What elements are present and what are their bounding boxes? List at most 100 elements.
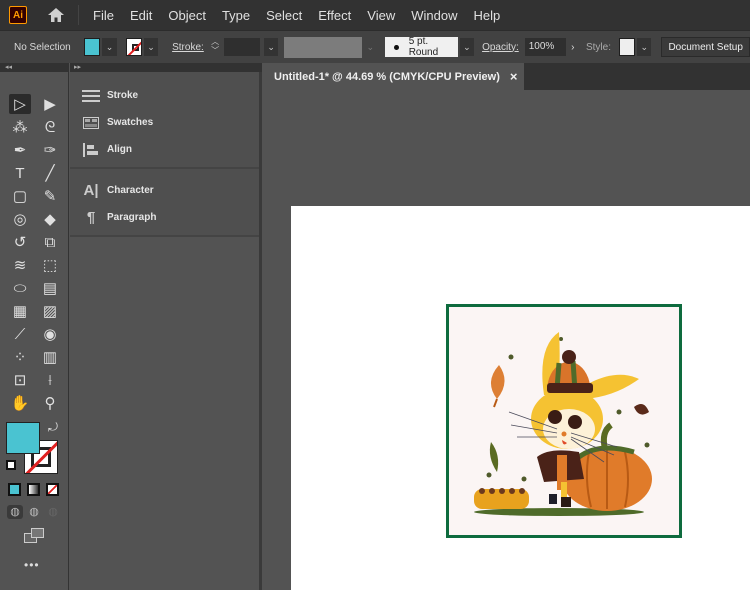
- lasso-tool[interactable]: ᘓ: [39, 117, 61, 137]
- panel-character[interactable]: A| Character: [70, 177, 259, 204]
- opacity-field[interactable]: 100%: [524, 38, 567, 56]
- menu-help[interactable]: Help: [473, 8, 500, 23]
- swap-fill-stroke-icon[interactable]: ⤾: [48, 420, 58, 435]
- shaper-tool[interactable]: ◎: [9, 209, 31, 229]
- warp-icon: ≋: [13, 257, 27, 274]
- zoom-tool[interactable]: ⚲: [39, 393, 61, 413]
- panel-dock: Stroke Swatches Align A| Character ¶ Par…: [70, 72, 262, 590]
- variable-width-profile[interactable]: [284, 36, 363, 58]
- hand-tool[interactable]: ✋: [9, 393, 31, 413]
- panel-paragraph[interactable]: ¶ Paragraph: [70, 204, 259, 231]
- hat-pompom: [562, 350, 576, 364]
- menu-separator: [78, 5, 79, 25]
- eraser-tool[interactable]: ◆: [39, 209, 61, 229]
- close-tab-icon[interactable]: ×: [510, 69, 518, 84]
- color-mode-button[interactable]: [8, 483, 21, 496]
- perspective-grid-tool[interactable]: ▤: [39, 278, 61, 298]
- document-setup-button[interactable]: Document Setup: [661, 37, 750, 57]
- paragraph-icon: ¶: [86, 209, 96, 226]
- none-mode-button[interactable]: [46, 483, 59, 496]
- stroke-weight-dropdown[interactable]: ⌄: [264, 38, 279, 56]
- menu-effect[interactable]: Effect: [318, 8, 351, 23]
- toolbar-collapse-handle[interactable]: ◂◂: [0, 63, 69, 72]
- menu-window[interactable]: Window: [411, 8, 457, 23]
- line-segment-tool[interactable]: ╱: [39, 163, 61, 183]
- rectangle-icon: ▢: [12, 188, 28, 205]
- panel-group-1: Stroke Swatches Align: [70, 72, 259, 169]
- artboard-icon: ⊡: [13, 372, 27, 389]
- rotate-icon: ↺: [13, 234, 27, 251]
- bunny-eye-right: [568, 415, 582, 429]
- brush-dot-icon: [393, 44, 399, 50]
- screen-mode-icon[interactable]: [24, 528, 46, 544]
- shaper-icon: ◎: [13, 211, 27, 228]
- rectangle-tool[interactable]: ▢: [9, 186, 31, 206]
- document-tab[interactable]: Untitled-1* @ 44.69 % (CMYK/CPU Preview)…: [264, 63, 524, 90]
- panel-stroke[interactable]: Stroke: [70, 82, 259, 109]
- stroke-label[interactable]: Stroke:: [172, 42, 204, 53]
- opacity-label[interactable]: Opacity:: [482, 42, 519, 53]
- direct-selection-tool[interactable]: ▶: [39, 94, 61, 114]
- selection-tool[interactable]: ▷: [9, 94, 31, 114]
- stroke-weight-field[interactable]: [224, 38, 261, 56]
- mesh-tool[interactable]: ▦: [9, 301, 31, 321]
- paintbrush-icon: ✎: [43, 188, 57, 205]
- slice-tool[interactable]: ⟊: [39, 370, 61, 390]
- fill-dropdown[interactable]: ⌄: [102, 38, 117, 56]
- fill-swatch[interactable]: [84, 38, 101, 56]
- magic-wand-tool[interactable]: ⁂: [9, 117, 31, 137]
- eyedropper-tool[interactable]: ⟋: [9, 324, 31, 344]
- panel-stroke-label: Stroke: [107, 90, 139, 101]
- shape-builder-tool[interactable]: ⬭: [9, 278, 31, 298]
- default-fill-stroke-icon[interactable]: [6, 460, 16, 470]
- line-segment-icon: ╱: [45, 165, 55, 182]
- gradient-mode-button[interactable]: [27, 483, 40, 496]
- align-icon: [80, 142, 102, 157]
- artboard-tool[interactable]: ⊡: [9, 370, 31, 390]
- brush-definition[interactable]: 5 pt. Round: [384, 36, 458, 58]
- stroke-swatch[interactable]: [125, 38, 142, 56]
- panel-align[interactable]: Align: [70, 136, 259, 163]
- graphic-style-swatch[interactable]: [619, 38, 636, 56]
- opacity-expand-arrow[interactable]: ›: [571, 42, 580, 53]
- falling-leaf-green: [489, 442, 499, 472]
- type-tool[interactable]: T: [9, 163, 31, 183]
- gradient-tool[interactable]: ▨: [39, 301, 61, 321]
- fill-box[interactable]: [6, 422, 40, 454]
- menu-select[interactable]: Select: [266, 8, 302, 23]
- panel-dock-header[interactable]: ▸▸: [70, 63, 262, 72]
- rotate-tool[interactable]: ↺: [9, 232, 31, 252]
- panel-swatches[interactable]: Swatches: [70, 109, 259, 136]
- menu-file[interactable]: File: [93, 8, 114, 23]
- menu-type[interactable]: Type: [222, 8, 250, 23]
- menu-view[interactable]: View: [367, 8, 395, 23]
- column-graph-tool[interactable]: ▥: [39, 347, 61, 367]
- brush-dropdown[interactable]: ⌄: [459, 38, 475, 56]
- tools-panel: ▷ ▶ ⁂ ᘓ ✒ ✑ T ╱ ▢ ✎ ◎ ◆ ↺ ⧉ ≋ ⬚ ⬭ ▤ ▦ ▨ ⟋ ◉ ⁘ ▥ ⊡ ⟊ ✋ ⚲ ⤾ ◍ ◍ ◍ •••: [0, 72, 69, 590]
- stroke-weight-stepper[interactable]: ︿ ﹀: [210, 37, 221, 57]
- menu-edit[interactable]: Edit: [130, 8, 152, 23]
- symbol-sprayer-tool[interactable]: ⁘: [9, 347, 31, 367]
- home-icon[interactable]: [46, 6, 66, 24]
- pen-tool[interactable]: ✒: [9, 140, 31, 160]
- control-bar: No Selection ⌄ ⌄ Stroke: ︿ ﹀ ⌄ ⌄ 5 pt. Ro…: [0, 30, 750, 63]
- pen-icon: ✒: [13, 142, 27, 159]
- warp-tool[interactable]: ≋: [9, 255, 31, 275]
- free-transform-tool[interactable]: ⬚: [39, 255, 61, 275]
- curvature-tool[interactable]: ✑: [39, 140, 61, 160]
- draw-behind-icon[interactable]: ◍: [26, 505, 42, 519]
- scale-tool[interactable]: ⧉: [39, 232, 61, 252]
- edit-toolbar-button[interactable]: •••: [24, 558, 40, 572]
- draw-inside-icon[interactable]: ◍: [45, 505, 61, 519]
- stroke-dropdown[interactable]: ⌄: [143, 38, 159, 56]
- hand-icon: ✋: [10, 395, 30, 412]
- type-icon: T: [15, 164, 25, 182]
- paintbrush-tool[interactable]: ✎: [39, 186, 61, 206]
- bunny-pumpkin-artwork[interactable]: [446, 304, 682, 538]
- blend-tool[interactable]: ◉: [39, 324, 61, 344]
- style-dropdown[interactable]: ⌄: [637, 38, 652, 56]
- falling-leaf-orange: [490, 365, 505, 399]
- profile-dropdown[interactable]: ⌄: [366, 42, 378, 53]
- menu-object[interactable]: Object: [168, 8, 206, 23]
- draw-normal-icon[interactable]: ◍: [7, 505, 23, 519]
